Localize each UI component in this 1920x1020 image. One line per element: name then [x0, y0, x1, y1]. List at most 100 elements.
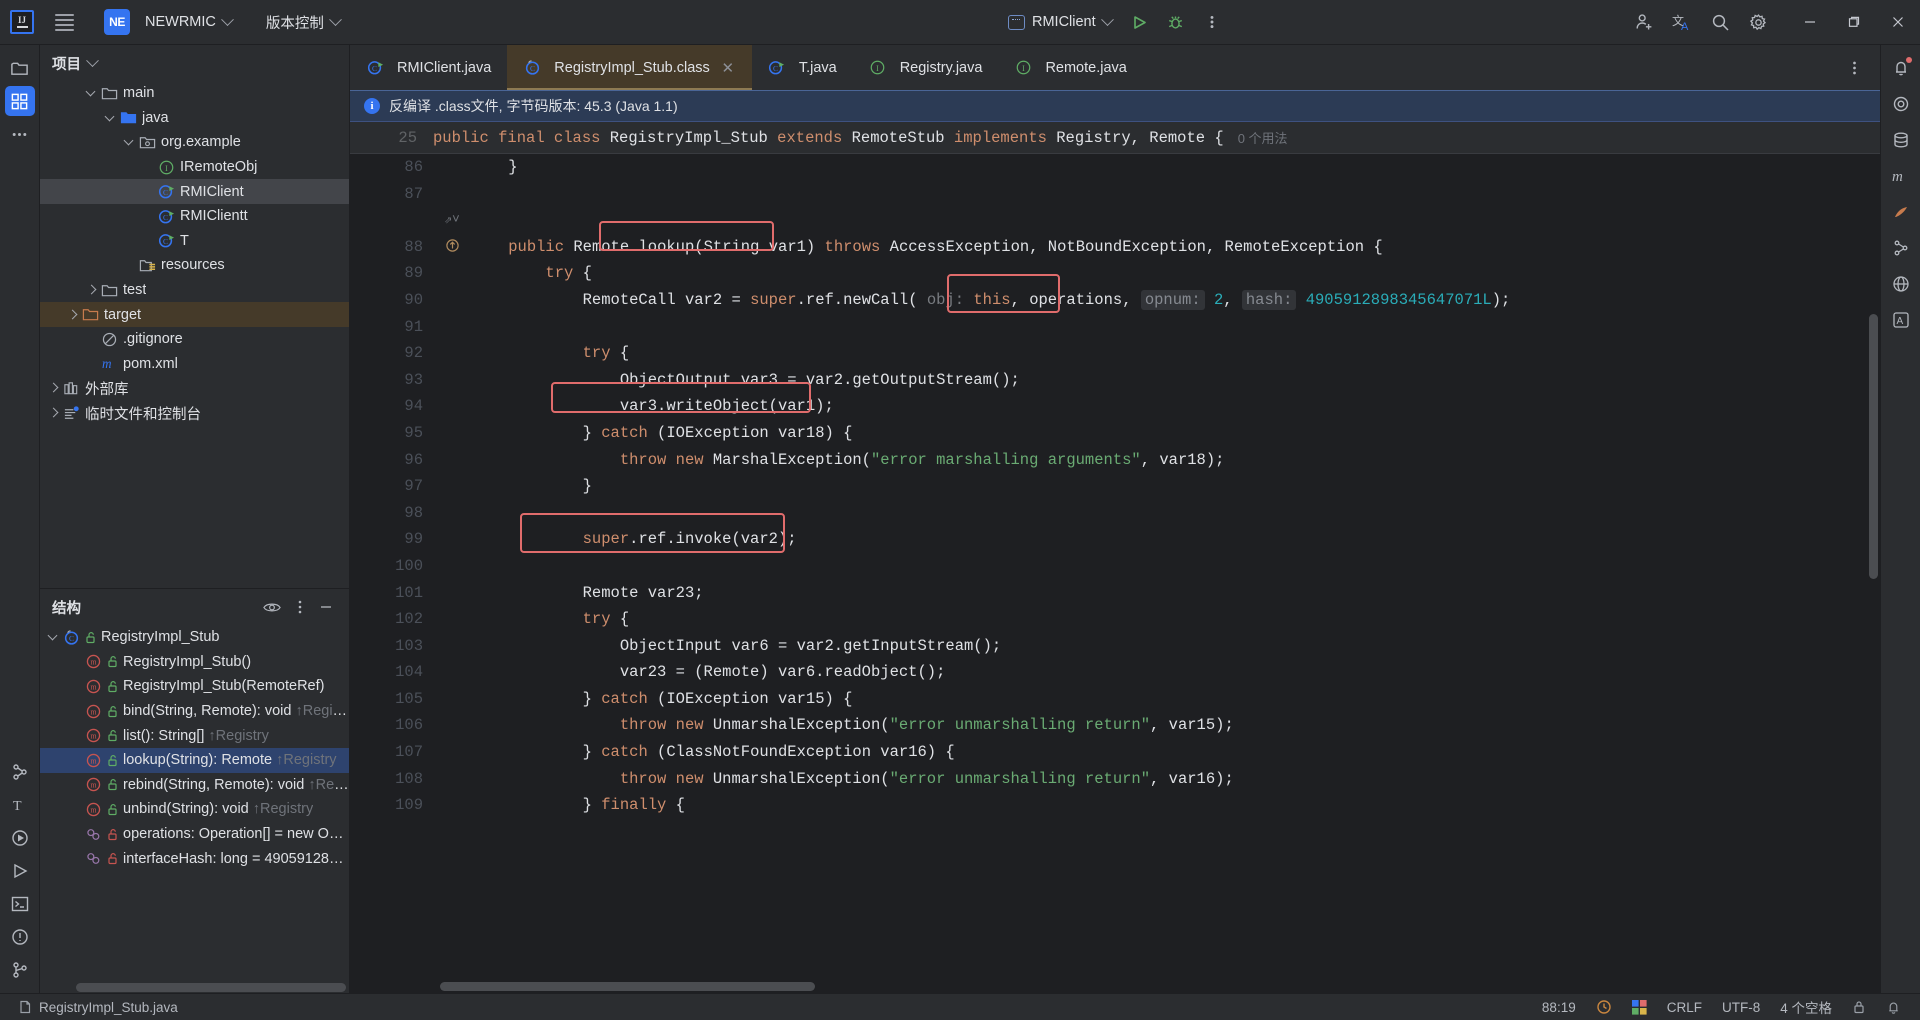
structure-tree-item[interactable]: m RegistryImpl_Stub() — [40, 650, 349, 675]
translate-right-icon[interactable]: A — [1886, 305, 1916, 335]
project-tree[interactable]: main java org.example I IRemoteObj C RMIClient… — [40, 81, 349, 588]
svg-text:m: m — [90, 683, 97, 692]
project-tree-item[interactable]: target — [40, 302, 349, 327]
structure-tool-icon[interactable] — [5, 757, 35, 787]
typography-tool-icon[interactable]: T — [5, 790, 35, 820]
chevron-right-icon[interactable] — [46, 405, 62, 421]
debug-button[interactable] — [1160, 6, 1192, 38]
chevron-right-icon[interactable] — [65, 307, 81, 323]
project-tree-item[interactable]: C RMIClient — [40, 179, 349, 204]
editor-tab[interactable]: C RMIClient.java — [350, 45, 507, 90]
chevron-down-icon[interactable] — [46, 629, 62, 645]
bookmarks-icon[interactable] — [1886, 197, 1916, 227]
commit-tool-icon[interactable] — [4, 86, 35, 116]
chevron-down-icon[interactable] — [122, 134, 138, 150]
chevron-right-icon[interactable] — [84, 282, 100, 298]
settings-button[interactable] — [1742, 6, 1774, 38]
bell-icon[interactable] — [1877, 996, 1910, 1018]
structure-tree-item[interactable]: m bind(String, Remote): void ↑Registry — [40, 699, 349, 724]
more-tools-icon[interactable] — [5, 119, 35, 149]
minimize-button[interactable] — [1788, 0, 1832, 45]
project-tree-item[interactable]: C RMIClientt — [40, 204, 349, 229]
git-tool-icon[interactable] — [5, 955, 35, 985]
project-tree-item[interactable]: main — [40, 81, 349, 106]
structure-item-label: unbind(String): void ↑Registry — [123, 801, 314, 818]
close-button[interactable] — [1876, 0, 1920, 45]
structure-tree-item[interactable]: m rebind(String, Remote): void ↑Registry — [40, 773, 349, 798]
vcs-dropdown[interactable]: 版本控制 — [258, 8, 348, 37]
close-tab-icon[interactable]: ✕ — [720, 59, 736, 77]
lock-icon[interactable] — [1843, 996, 1875, 1018]
structure-tree-item[interactable]: m list(): String[] ↑Registry — [40, 723, 349, 748]
notifications-icon[interactable] — [1886, 53, 1916, 83]
editor-hscrollbar-thumb[interactable] — [440, 982, 815, 991]
structure-tree[interactable]: C RegistryImpl_Stub m RegistryImpl_Stub() m R… — [40, 625, 349, 981]
code-line: ⇗˅ — [444, 212, 460, 228]
maven-icon[interactable]: m — [1886, 161, 1916, 191]
structure-tree-item[interactable]: interfaceHash: long = 490591289834564 — [40, 846, 349, 871]
editor-tab[interactable]: C RegistryImpl_Stub.class ✕ — [507, 45, 752, 90]
add-account-button[interactable] — [1628, 6, 1660, 38]
run-configuration-selector[interactable]: RMIClient — [1000, 10, 1120, 34]
chevron-down-icon[interactable] — [86, 53, 99, 67]
project-tree-item[interactable]: .gitignore — [40, 327, 349, 352]
search-button[interactable] — [1704, 6, 1736, 38]
chevron-down-icon[interactable] — [84, 85, 100, 101]
structure-more-icon[interactable] — [289, 595, 311, 619]
project-tree-item[interactable]: test — [40, 278, 349, 303]
translate-button[interactable]: 文A — [1666, 6, 1698, 38]
project-tree-item[interactable]: m pom.xml — [40, 352, 349, 377]
structure-hscrollbar-thumb[interactable] — [76, 983, 346, 992]
more-actions-button[interactable] — [1196, 6, 1228, 38]
project-tool-icon[interactable] — [5, 53, 35, 83]
editor-tab[interactable]: I Registry.java — [853, 45, 999, 90]
project-tree-item[interactable]: java — [40, 106, 349, 131]
terminal-tool-icon[interactable] — [5, 889, 35, 919]
line-separator[interactable]: CRLF — [1658, 996, 1711, 1018]
project-tree-item[interactable]: I IRemoteObj — [40, 155, 349, 180]
file-encoding[interactable]: UTF-8 — [1713, 996, 1769, 1018]
maximize-button[interactable] — [1832, 0, 1876, 45]
collapse-panel-icon[interactable] — [315, 595, 337, 619]
svg-text:m: m — [101, 356, 111, 371]
project-tree-item[interactable]: org.example — [40, 130, 349, 155]
play-tool-icon[interactable] — [5, 856, 35, 886]
project-tree-item[interactable]: resources — [40, 253, 349, 278]
web-icon[interactable] — [1886, 269, 1916, 299]
chevron-down-icon[interactable] — [103, 110, 119, 126]
editor-tab[interactable]: C T.java — [752, 45, 853, 90]
main-menu-icon[interactable] — [46, 7, 82, 37]
problems-tool-icon[interactable] — [5, 922, 35, 952]
project-tree-item[interactable]: 临时文件和控制台 — [40, 401, 349, 426]
code-editor[interactable]: 86 } 87 ⇗˅ 88 public Remote lookup(Strin… — [350, 154, 1880, 993]
project-tree-item[interactable]: 外部库 — [40, 376, 349, 401]
ai-assistant-icon[interactable] — [1886, 89, 1916, 119]
indent-setting[interactable]: 4 个空格 — [1771, 996, 1841, 1018]
structure-tree-item[interactable]: m unbind(String): void ↑Registry — [40, 797, 349, 822]
status-file[interactable]: RegistryImpl_Stub.java — [10, 1000, 178, 1015]
editor-vscrollbar-thumb[interactable] — [1869, 314, 1878, 579]
windows-icon[interactable] — [1623, 996, 1656, 1018]
database-icon[interactable] — [1886, 125, 1916, 155]
run-button[interactable] — [1124, 6, 1156, 38]
sync-status-icon[interactable] — [1587, 996, 1621, 1018]
structure-panel-header: 结构 — [40, 589, 349, 625]
project-tree-item[interactable]: CT — [40, 229, 349, 254]
interface-icon: I — [869, 59, 887, 77]
structure-tree-item[interactable]: operations: Operation[] = new Operatio — [40, 822, 349, 847]
chevron-right-icon[interactable] — [46, 380, 62, 396]
structure-right-icon[interactable] — [1886, 233, 1916, 263]
run-tool-icon[interactable] — [5, 823, 35, 853]
eye-icon[interactable] — [259, 595, 285, 619]
editor-options-icon[interactable] — [1838, 52, 1870, 84]
structure-tree-item[interactable]: m RegistryImpl_Stub(RemoteRef) — [40, 674, 349, 699]
title-bar: IJ NE NEWRMIC 版本控制 RMIClient 文 A — [0, 0, 1920, 45]
project-name-dropdown[interactable]: NEWRMIC — [137, 10, 240, 34]
structure-item-origin: ↑Registry — [252, 801, 314, 818]
editor-tab[interactable]: I Remote.java — [998, 45, 1142, 90]
caret-position[interactable]: 88:19 — [1533, 996, 1585, 1018]
status-bar-right: 88:19 CRLF UTF-8 4 个空格 — [1533, 996, 1910, 1018]
structure-tree-item[interactable]: C RegistryImpl_Stub — [40, 625, 349, 650]
structure-tree-item[interactable]: m lookup(String): Remote ↑Registry — [40, 747, 349, 773]
